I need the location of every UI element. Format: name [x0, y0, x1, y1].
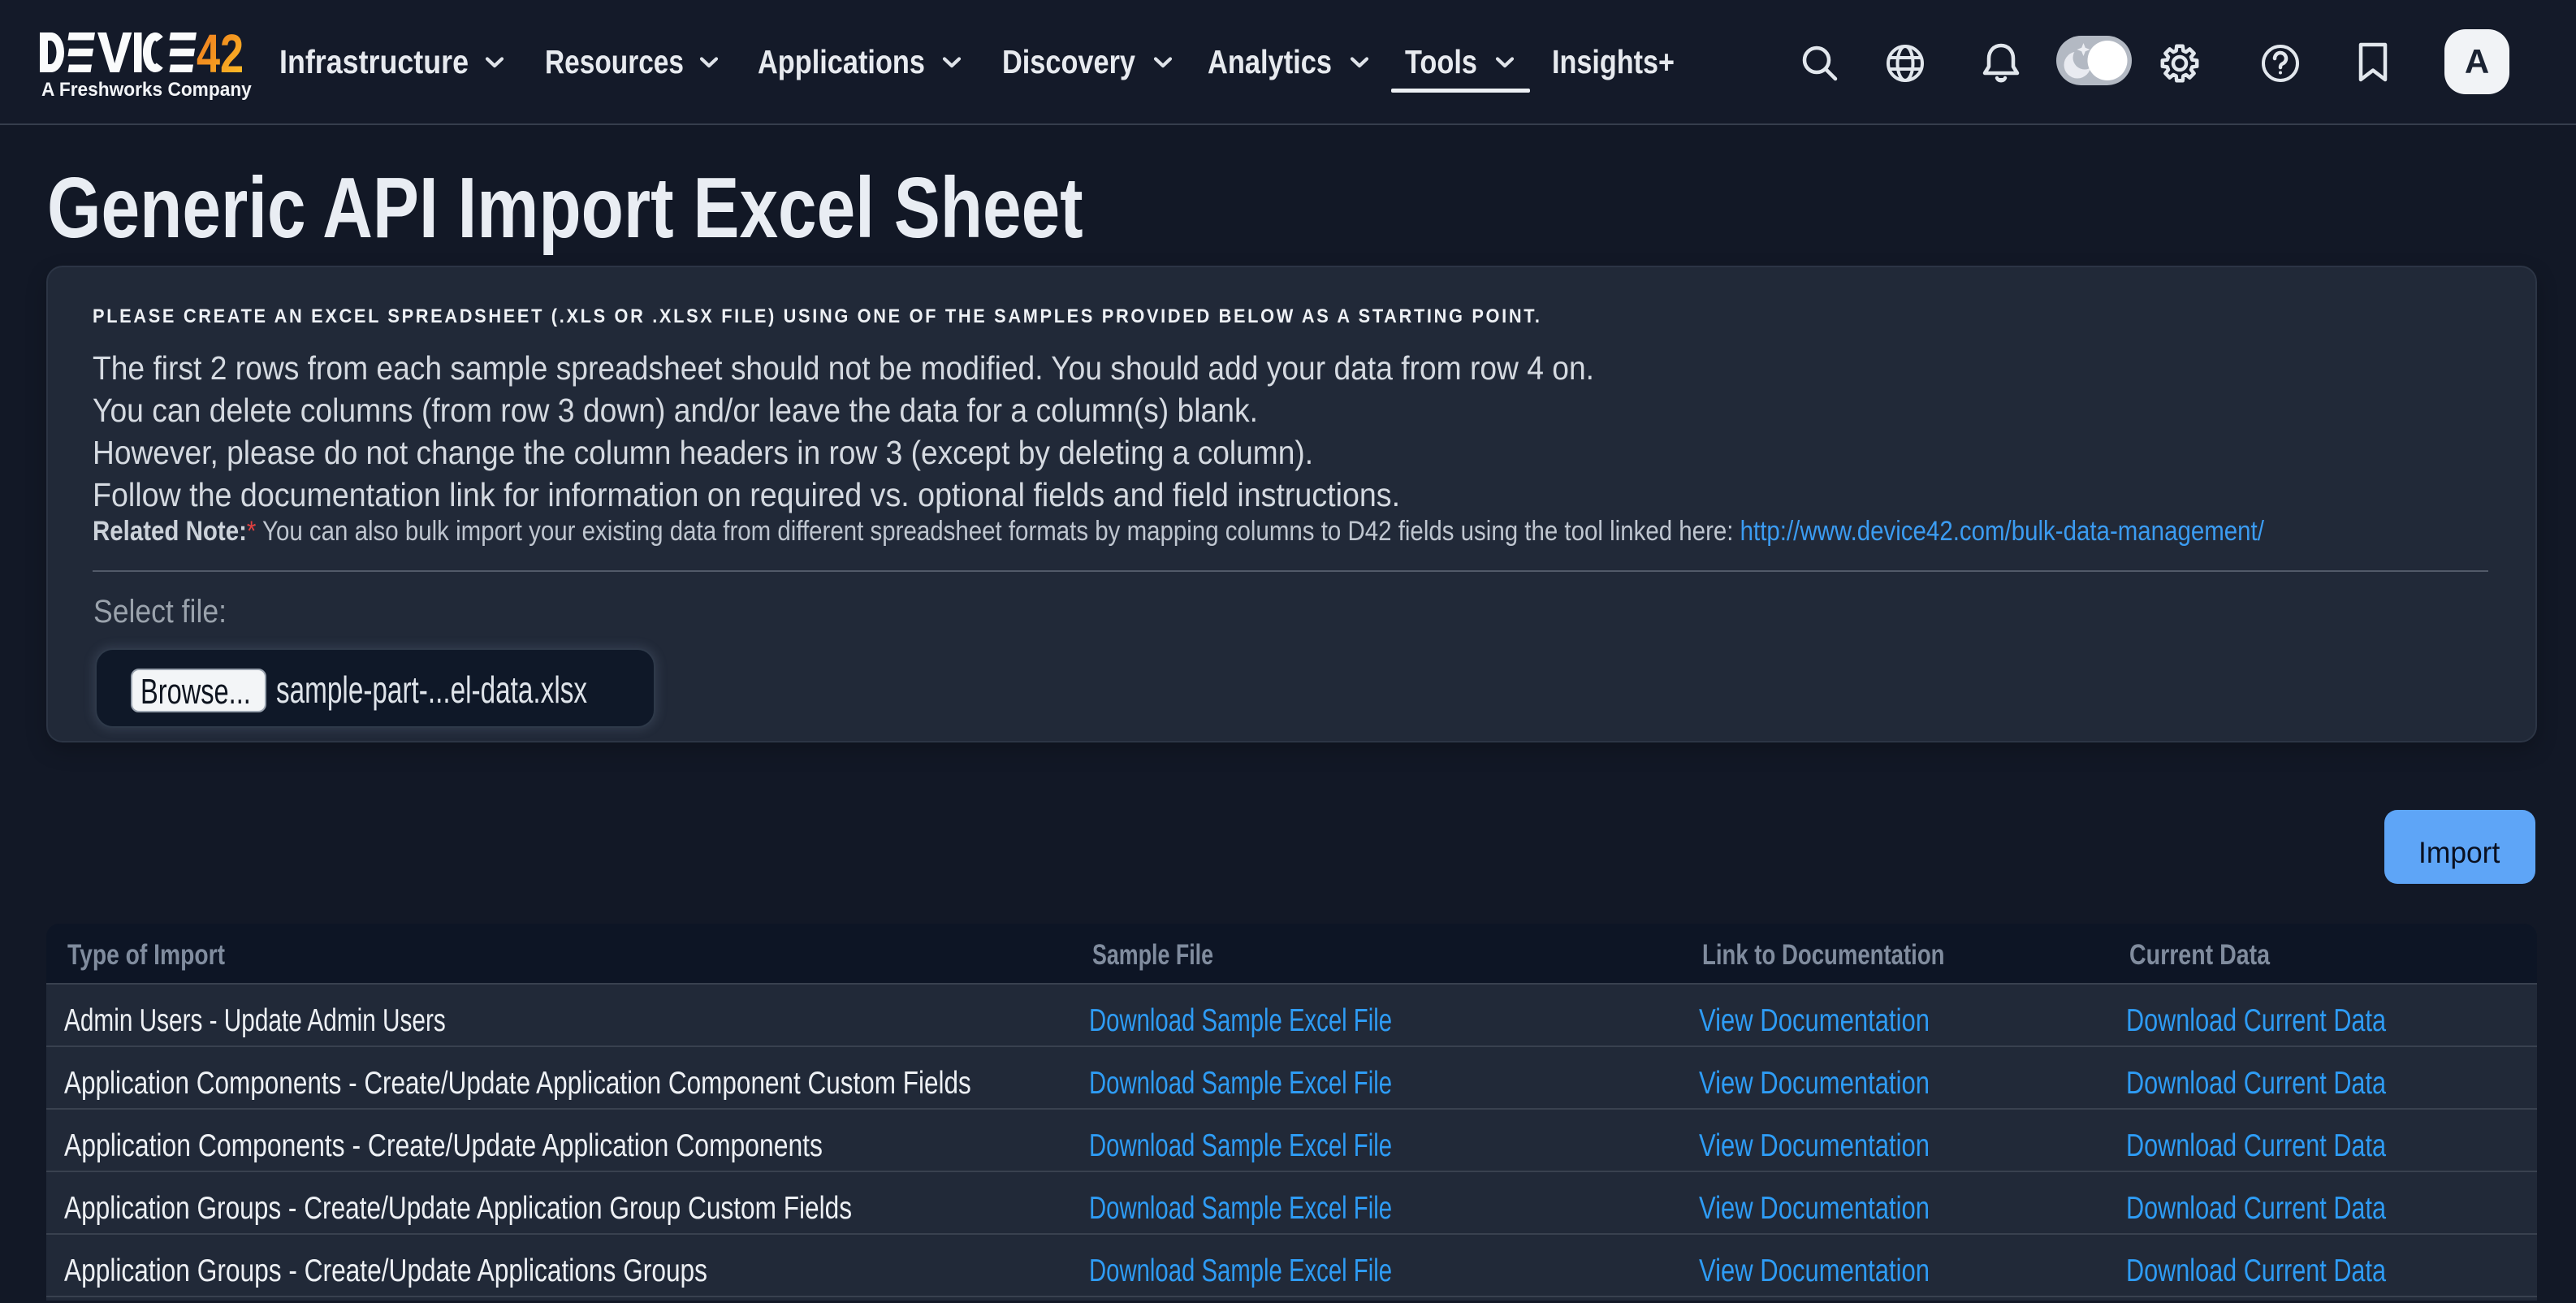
- svg-text:42: 42: [197, 32, 244, 73]
